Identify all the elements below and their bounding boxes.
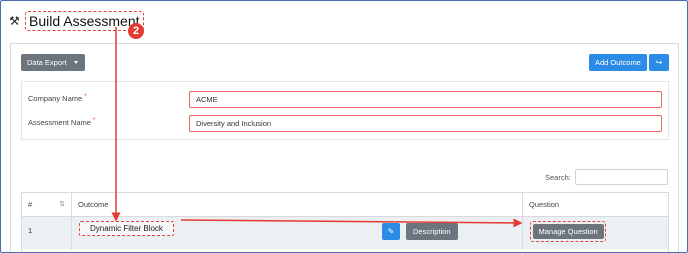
edit-outcome-button[interactable]: ✎ (382, 223, 400, 240)
manage-question-button[interactable]: Manage Question (532, 223, 604, 239)
assessment-name-label-text: Assessment Name (28, 118, 91, 127)
company-name-input[interactable]: ACME (189, 91, 662, 108)
page-title: Build Assessment (25, 11, 144, 31)
data-export-button[interactable]: Data Export (21, 54, 85, 71)
row-index: 1 (22, 217, 72, 250)
question-cell: Manage Question (523, 217, 670, 250)
sort-icon[interactable]: ⇅ (59, 193, 65, 216)
company-name-label-text: Company Name (28, 94, 83, 103)
assessment-row: Assessment Name * Diversity and Inclusion (22, 115, 668, 133)
outcome-cell: Dynamic Filter Block ✎ Description (72, 217, 523, 250)
search-row: Search: (11, 169, 678, 186)
share-arrow-icon[interactable]: ↪ (649, 54, 669, 71)
assessment-name-input[interactable]: Diversity and Inclusion (189, 115, 662, 132)
pencil-icon: ✎ (387, 227, 395, 236)
search-input[interactable] (575, 169, 668, 185)
assessment-form: Company Name * ACME Assessment Name * Dive… (21, 81, 669, 140)
search-label: Search: (545, 173, 571, 182)
app-frame: ⚒ Build Assessment 2 Data Export Add Out… (0, 0, 688, 253)
assessment-name-label: Assessment Name * (28, 118, 95, 127)
manage-question-highlight: Manage Question (530, 221, 607, 242)
company-name-label: Company Name * (28, 94, 87, 103)
outcomes-table: # ⇅ Outcome Question 1 Dynamic Filter Bl… (21, 192, 670, 252)
column-header-question[interactable]: Question (523, 193, 670, 216)
data-export-label: Data Export (27, 58, 67, 67)
step-badge: 2 (128, 23, 144, 39)
add-outcome-button[interactable]: Add Outcome (589, 54, 647, 71)
outcome-name[interactable]: Dynamic Filter Block (79, 221, 174, 236)
chevron-down-icon (73, 61, 78, 64)
table-row: 1 Dynamic Filter Block ✎ Description Man… (22, 216, 670, 250)
assessment-card: Data Export Add Outcome ↪ Company Name * … (10, 43, 679, 252)
company-row: Company Name * ACME (22, 91, 668, 109)
page-header: ⚒ Build Assessment (9, 10, 144, 32)
column-header-index[interactable]: # ⇅ (22, 193, 72, 216)
column-header-index-label: # (28, 200, 33, 209)
required-mark: * (84, 94, 87, 100)
tools-icon: ⚒ (9, 14, 20, 28)
description-button[interactable]: Description (406, 223, 458, 240)
required-mark: * (92, 118, 96, 124)
column-header-outcome[interactable]: Outcome (72, 193, 523, 216)
